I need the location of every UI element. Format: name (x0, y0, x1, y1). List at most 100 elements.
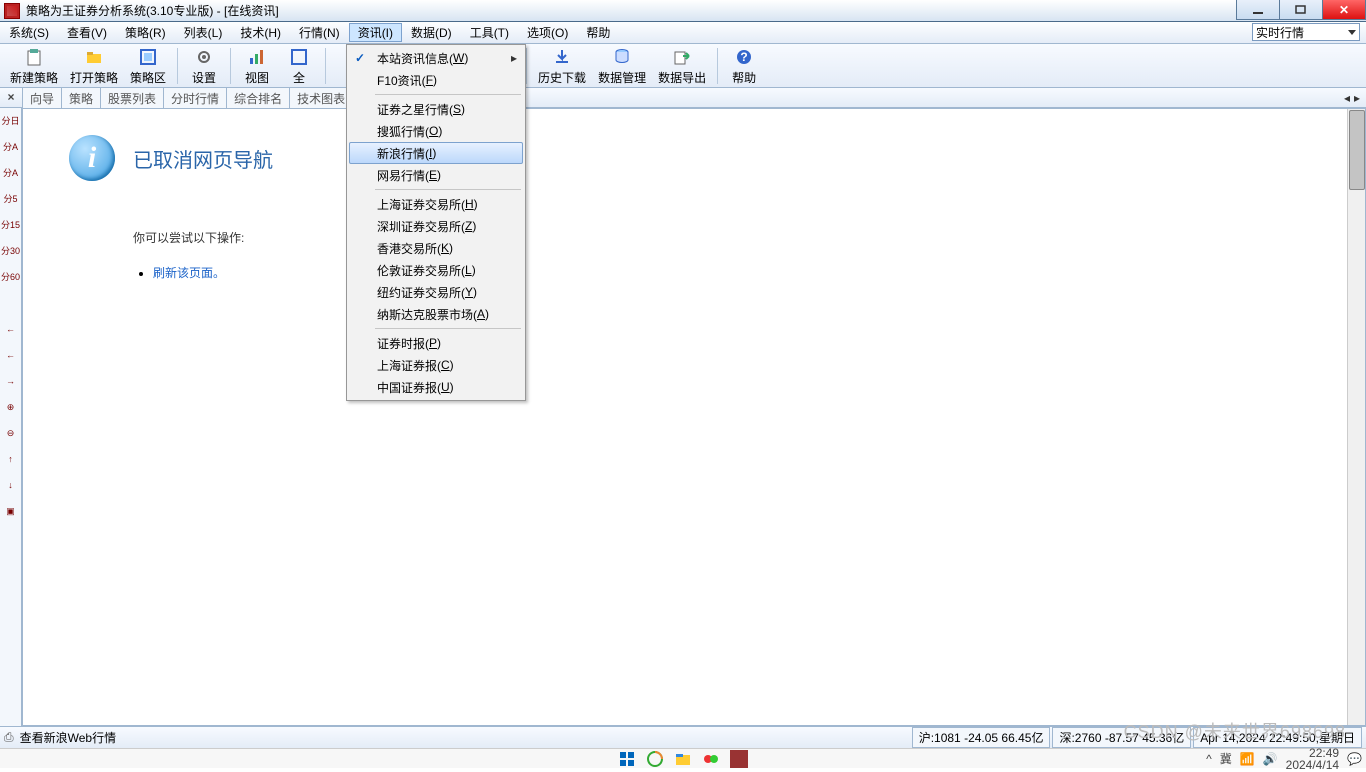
menu-列表(L)[interactable]: 列表(L) (175, 24, 232, 41)
status-panel: 深:2760 -87.57 45.36亿 (1052, 727, 1191, 748)
leftbar-item-2[interactable]: 分A (1, 162, 21, 184)
menu-工具(T)[interactable]: 工具(T) (461, 24, 518, 41)
title-bar: 策略为王证券分析系统(3.10专业版) - [在线资讯] ✕ (0, 0, 1366, 22)
help-icon: ? (733, 46, 755, 68)
dropdown-item[interactable]: 上海证券报(C) (349, 354, 523, 376)
taskbar-browser-icon[interactable] (646, 750, 664, 768)
leftbar-item-5[interactable]: 分30 (1, 240, 21, 262)
doc-tab-策略[interactable]: 策略 (61, 87, 101, 109)
dropdown-item[interactable]: 本站资讯信息(W) (349, 47, 523, 69)
scrollbar[interactable] (1347, 109, 1365, 725)
menu-行情(N)[interactable]: 行情(N) (290, 24, 349, 41)
export-icon (671, 46, 693, 68)
menu-策略(R)[interactable]: 策略(R) (116, 24, 175, 41)
dl-icon (551, 46, 573, 68)
page-heading: 已取消网页导航 (133, 144, 273, 173)
leftbar-item-7[interactable] (1, 292, 21, 314)
document-tab-bar: × 向导策略股票列表分时行情综合排名技术图表 ◂ ▸ (0, 88, 1366, 108)
doc-tab-股票列表[interactable]: 股票列表 (100, 87, 164, 109)
dropdown-item[interactable]: 中国证券报(U) (349, 376, 523, 398)
dropdown-item[interactable]: 纽约证券交易所(Y) (349, 281, 523, 303)
doc-tab-分时行情[interactable]: 分时行情 (163, 87, 227, 109)
leftbar-item-12[interactable]: ⊖ (1, 422, 21, 444)
status-panel: Apr 14,2024 22:49:50,星期日 (1193, 727, 1362, 748)
doc-close-icon[interactable]: × (4, 90, 18, 104)
maximize-button[interactable] (1279, 0, 1323, 20)
menu-系统(S)[interactable]: 系统(S) (0, 24, 58, 41)
leftbar-item-13[interactable]: ↑ (1, 448, 21, 470)
taskbar-explorer-icon[interactable] (674, 750, 692, 768)
leftbar-item-15[interactable]: ▣ (1, 500, 21, 522)
toolbar-full-button[interactable]: 全 (278, 45, 320, 87)
tray-volume-icon[interactable]: 🔊 (1263, 752, 1278, 766)
toolbar-new-button[interactable]: 新建策略 (4, 45, 64, 87)
page-subtext: 你可以尝试以下操作: (133, 229, 1365, 246)
refresh-link[interactable]: 刷新该页面。 (153, 266, 225, 280)
toolbar-chart-button[interactable]: 视图 (236, 45, 278, 87)
menu-资讯(I)[interactable]: 资讯(I) (349, 23, 402, 42)
dropdown-item[interactable]: 深圳证券交易所(Z) (349, 215, 523, 237)
menu-帮助[interactable]: 帮助 (577, 24, 619, 41)
dropdown-item[interactable]: 证券之星行情(S) (349, 98, 523, 120)
leftbar-item-3[interactable]: 分5 (1, 188, 21, 210)
leftbar-item-8[interactable]: ← (1, 318, 21, 340)
leftbar-item-1[interactable]: 分A (1, 136, 21, 158)
toolbar-open-button[interactable]: 打开策略 (64, 45, 124, 87)
leftbar-item-4[interactable]: 分15 (1, 214, 21, 236)
leftbar-item-0[interactable]: 分日 (1, 110, 21, 132)
content-area: i 已取消网页导航 你可以尝试以下操作: 刷新该页面。 (22, 108, 1366, 726)
menu-选项(O)[interactable]: 选项(O) (518, 24, 577, 41)
leftbar-item-11[interactable]: ⊕ (1, 396, 21, 418)
tray-ime[interactable]: 冀 (1220, 750, 1232, 767)
menu-数据(D)[interactable]: 数据(D) (402, 24, 461, 41)
dropdown-item[interactable]: 纳斯达克股票市场(A) (349, 303, 523, 325)
new-icon (23, 46, 45, 68)
leftbar-item-9[interactable]: ← (1, 344, 21, 366)
tray-notifications-icon[interactable]: 💬 (1347, 752, 1362, 766)
leftbar-item-6[interactable]: 分60 (1, 266, 21, 288)
menu-bar: 系统(S)查看(V)策略(R)列表(L)技术(H)行情(N)资讯(I)数据(D)… (0, 22, 1366, 44)
dropdown-item[interactable]: 网易行情(E) (349, 164, 523, 186)
dropdown-item[interactable]: 搜狐行情(O) (349, 120, 523, 142)
dropdown-item[interactable]: 上海证券交易所(H) (349, 193, 523, 215)
doc-tab-技术图表[interactable]: 技术图表 (289, 87, 353, 109)
toolbar-help-button[interactable]: ?帮助 (723, 45, 765, 87)
status-panel: 沪:1081 -24.05 66.45亿 (912, 727, 1051, 748)
dropdown-item[interactable]: 新浪行情(I) (349, 142, 523, 164)
toolbar-gear-button[interactable]: 设置 (183, 45, 225, 87)
start-button[interactable] (618, 750, 636, 768)
leftbar-item-10[interactable]: → (1, 370, 21, 392)
dropdown-item[interactable]: 伦敦证券交易所(L) (349, 259, 523, 281)
toolbar-db-button[interactable]: 数据管理 (592, 45, 652, 87)
menu-技术(H)[interactable]: 技术(H) (231, 24, 290, 41)
gear-icon (193, 46, 215, 68)
realtime-combo[interactable]: 实时行情 (1252, 23, 1360, 41)
status-icon: ⎙ (4, 730, 14, 745)
close-button[interactable]: ✕ (1322, 0, 1366, 20)
info-icon: i (69, 135, 115, 181)
leftbar-item-14[interactable]: ↓ (1, 474, 21, 496)
taskbar-app-icon[interactable] (702, 750, 720, 768)
window-title: 策略为王证券分析系统(3.10专业版) - [在线资讯] (26, 2, 279, 19)
doc-tab-综合排名[interactable]: 综合排名 (226, 87, 290, 109)
dropdown-item[interactable]: F10资讯(F) (349, 69, 523, 91)
tray-clock[interactable]: 22:49 2024/4/14 (1286, 747, 1339, 771)
menu-查看(V)[interactable]: 查看(V) (58, 24, 116, 41)
toolbar-zone-button[interactable]: 策略区 (124, 45, 172, 87)
zone-icon (137, 46, 159, 68)
doc-tab-向导[interactable]: 向导 (22, 87, 62, 109)
nav-next-icon[interactable]: ▸ (1354, 91, 1360, 105)
open-icon (83, 46, 105, 68)
dropdown-item[interactable]: 香港交易所(K) (349, 237, 523, 259)
nav-prev-icon[interactable]: ◂ (1344, 91, 1350, 105)
scrollbar-thumb[interactable] (1349, 110, 1365, 190)
toolbar-export-button[interactable]: 数据导出 (652, 45, 712, 87)
doc-nav-arrows: ◂ ▸ (1338, 91, 1366, 105)
info-dropdown-menu: 本站资讯信息(W)F10资讯(F) 证券之星行情(S)搜狐行情(O)新浪行情(I)… (346, 44, 526, 401)
minimize-button[interactable] (1236, 0, 1280, 20)
tray-expand-icon[interactable]: ^ (1206, 752, 1212, 766)
dropdown-item[interactable]: 证券时报(P) (349, 332, 523, 354)
taskbar-active-app-icon[interactable] (730, 750, 748, 768)
toolbar-dl-button[interactable]: 历史下载 (532, 45, 592, 87)
tray-wifi-icon[interactable]: 📶 (1240, 752, 1255, 766)
